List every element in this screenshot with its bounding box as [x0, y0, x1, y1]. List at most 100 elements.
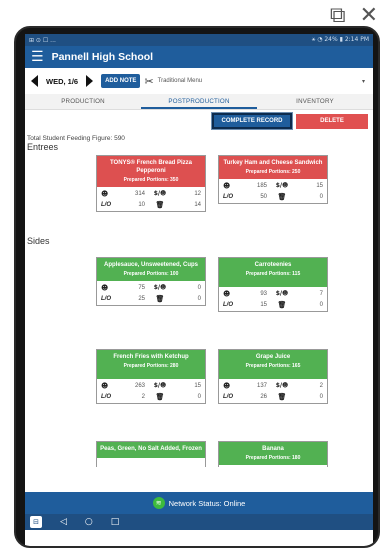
card-body: ☻ 137 $/☻ 2 L/O 26 🗑 0 — [219, 379, 327, 403]
delete-button[interactable]: DELETE — [296, 114, 368, 129]
cost-label: $/☻ — [153, 382, 167, 390]
served-count[interactable]: 75 — [123, 285, 145, 291]
card-title: Carroteenies — [254, 262, 292, 268]
card-title: Applesauce, Unsweetened, Cups — [103, 262, 199, 268]
tab-bar: PRODUCTION POSTPRODUCTION INVENTORY — [25, 94, 373, 110]
leftover-count[interactable]: 26 — [245, 394, 267, 400]
card-header: TONYS® French Bread Pizza Pepperoni Prep… — [97, 156, 205, 188]
waste-count[interactable]: 0 — [175, 394, 201, 400]
leftover-count[interactable]: 15 — [245, 302, 267, 308]
hamburger-menu-icon[interactable]: ☰ — [31, 50, 44, 64]
served-row: ☻ 93 $/☻ 7 — [223, 288, 323, 299]
cost-label: $/☻ — [275, 290, 289, 298]
waste-count[interactable]: 0 — [297, 302, 323, 308]
leftover-label: L/O — [223, 301, 233, 308]
tab-inventory[interactable]: INVENTORY — [257, 94, 373, 109]
served-row: ☻ 314 $/☻ 12 — [101, 188, 201, 199]
card-header: Banana Prepared Portions: 180 — [219, 442, 327, 466]
student-icon: ☻ — [101, 381, 109, 390]
waste-count[interactable]: 0 — [297, 394, 323, 400]
date-bar: WED, 1/6 ADD NOTE ✂ Traditional Menu ▾ — [25, 68, 373, 94]
tablet-frame: ⊞ ⊙ ☐ ... ⚹ ◔ 24% ▮ 2:14 PM ☰ Pannell Hi… — [14, 26, 380, 548]
cost-value[interactable]: 0 — [175, 285, 201, 291]
cost-value[interactable]: 15 — [175, 383, 201, 389]
menu-item-card[interactable]: French Fries with Ketchup Prepared Porti… — [96, 349, 206, 405]
trash-icon: 🗑 — [277, 192, 287, 201]
card-title: Banana — [262, 446, 284, 452]
served-row: ☻ 263 $/☻ 15 — [101, 380, 201, 391]
leftover-label: L/O — [101, 295, 111, 302]
menu-item-card[interactable]: Applesauce, Unsweetened, Cups Prepared P… — [96, 257, 206, 307]
section-sides: Sides — [27, 236, 50, 246]
served-count[interactable]: 263 — [123, 383, 145, 389]
close-icon[interactable]: ✕ — [360, 3, 378, 28]
prepared-portions: Prepared Portions: 280 — [123, 362, 179, 369]
menu-item-card[interactable]: Peas, Green, No Salt Added, Frozen — [96, 441, 206, 467]
leftover-label: L/O — [223, 193, 233, 200]
served-count[interactable]: 93 — [245, 291, 267, 297]
recent-apps-icon[interactable]: □ — [111, 517, 120, 527]
app-screen: ⊞ ⊙ ☐ ... ⚹ ◔ 24% ▮ 2:14 PM ☰ Pannell Hi… — [25, 34, 373, 546]
waste-count[interactable]: 0 — [297, 194, 323, 200]
current-date: WED, 1/6 — [46, 76, 79, 86]
served-count[interactable]: 137 — [245, 383, 267, 389]
leftover-count[interactable]: 2 — [123, 394, 145, 400]
cost-value[interactable]: 12 — [175, 191, 201, 197]
trash-icon: 🗑 — [277, 300, 287, 309]
card-body: ☻ 314 $/☻ 12 L/O 10 🗑 14 — [97, 187, 205, 211]
leftover-row: L/O 10 🗑 14 — [101, 199, 201, 210]
android-status-bar: ⊞ ⊙ ☐ ... ⚹ ◔ 24% ▮ 2:14 PM — [25, 34, 373, 46]
tab-postproduction[interactable]: POSTPRODUCTION — [141, 94, 257, 109]
cost-label: $/☻ — [275, 382, 289, 390]
card-header: Grape Juice Prepared Portions: 165 — [219, 350, 327, 380]
network-status: Network Status: Online — [168, 498, 246, 508]
leftover-row: L/O 2 🗑 0 — [101, 391, 201, 402]
back-icon[interactable]: ◁ — [60, 517, 67, 527]
cost-value[interactable]: 7 — [297, 291, 323, 297]
trash-icon: 🗑 — [277, 392, 287, 401]
card-title: TONYS® French Bread Pizza Pepperoni — [110, 160, 192, 174]
section-entrees: Entrees — [27, 142, 59, 152]
action-bar: COMPLETE RECORD DELETE — [25, 110, 373, 132]
card-title: Grape Juice — [255, 354, 291, 360]
leftover-label: L/O — [101, 393, 111, 400]
card-header: Turkey Ham and Cheese Sandwich Prepared … — [219, 156, 327, 180]
previous-day-icon[interactable] — [31, 75, 38, 87]
network-status-bar: ≋ Network Status: Online — [25, 492, 373, 514]
chevron-down-icon[interactable]: ▾ — [362, 78, 365, 85]
add-note-button[interactable]: ADD NOTE — [101, 74, 141, 88]
served-count[interactable]: 185 — [245, 183, 267, 189]
served-count[interactable]: 314 — [123, 191, 145, 197]
cost-value[interactable]: 2 — [297, 383, 323, 389]
leftover-count[interactable]: 50 — [245, 194, 267, 200]
card-body: ☻ 93 $/☻ 7 L/O 15 🗑 0 — [219, 287, 327, 311]
cost-value[interactable]: 15 — [297, 183, 323, 189]
leftover-row: L/O 26 🗑 0 — [223, 391, 323, 402]
prepared-portions: Prepared Portions: 165 — [245, 362, 301, 369]
menu-item-card[interactable]: Carroteenies Prepared Portions: 115 ☻ 93… — [218, 257, 328, 313]
wifi-icon: ≋ — [152, 497, 165, 509]
leftover-count[interactable]: 10 — [123, 202, 145, 208]
menu-select[interactable]: Traditional Menu — [158, 78, 362, 84]
card-title: French Fries with Ketchup — [113, 354, 189, 360]
waste-count[interactable]: 0 — [175, 296, 201, 302]
menu-item-card[interactable]: Grape Juice Prepared Portions: 165 ☻ 137… — [218, 349, 328, 405]
menu-item-card[interactable]: Turkey Ham and Cheese Sandwich Prepared … — [218, 155, 328, 205]
prepared-portions: Prepared Portions: 180 — [245, 454, 301, 461]
app-title: Pannell High School — [51, 51, 154, 63]
menu-item-card[interactable]: Banana Prepared Portions: 180 — [218, 441, 328, 467]
student-icon: ☻ — [223, 381, 231, 390]
card-header: Applesauce, Unsweetened, Cups Prepared P… — [97, 258, 205, 282]
waste-count[interactable]: 14 — [175, 202, 201, 208]
next-day-icon[interactable] — [86, 75, 94, 87]
tab-production[interactable]: PRODUCTION — [25, 94, 141, 109]
menu-item-card[interactable]: TONYS® French Bread Pizza Pepperoni Prep… — [96, 155, 206, 213]
status-left: ⊞ ⊙ ☐ ... — [29, 36, 56, 44]
prepared-portions: Prepared Portions: 250 — [245, 168, 301, 175]
leftover-count[interactable]: 25 — [123, 296, 145, 302]
home-icon[interactable]: ○ — [85, 517, 93, 527]
popout-icon[interactable]: ⧉ — [330, 3, 346, 28]
app-logo-icon[interactable]: ⊟ — [30, 516, 42, 528]
complete-record-button[interactable]: COMPLETE RECORD — [212, 113, 292, 129]
card-header: French Fries with Ketchup Prepared Porti… — [97, 350, 205, 380]
